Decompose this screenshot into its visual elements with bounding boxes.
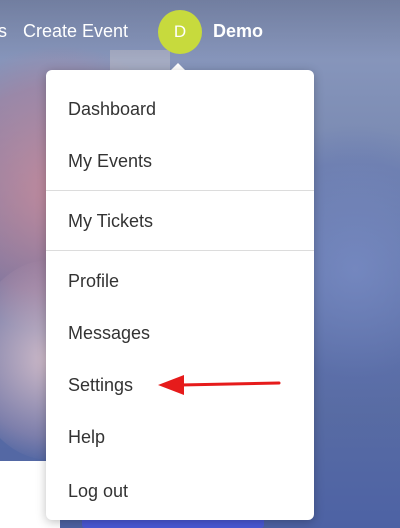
create-event-link[interactable]: Create Event — [23, 21, 128, 42]
menu-item-log-out[interactable]: Log out — [46, 471, 314, 511]
menu-item-label: Help — [68, 426, 106, 447]
avatar-initial: D — [173, 22, 187, 41]
nav-link-partial[interactable]: s — [0, 21, 7, 42]
avatar[interactable]: D — [158, 10, 202, 54]
annotation-arrow-icon — [158, 375, 281, 395]
arrow-shaft — [178, 381, 281, 387]
menu-item-messages[interactable]: Messages — [46, 313, 314, 353]
menu-item-my-events[interactable]: My Events — [46, 141, 314, 181]
menu-item-dashboard[interactable]: Dashboard — [46, 89, 314, 129]
menu-item-my-tickets[interactable]: My Tickets — [46, 201, 314, 241]
menu-divider — [46, 250, 314, 251]
menu-item-label: Messages — [68, 322, 151, 343]
menu-item-label: Log out — [68, 480, 129, 501]
menu-item-label: My Tickets — [68, 210, 154, 231]
menu-item-label: Dashboard — [68, 98, 157, 119]
menu-item-label: Profile — [68, 270, 120, 291]
menu-item-label: Settings — [68, 374, 134, 395]
menu-divider — [46, 190, 314, 191]
menu-item-label: My Events — [68, 150, 153, 171]
menu-item-profile[interactable]: Profile — [46, 261, 314, 301]
menu-item-help[interactable]: Help — [46, 417, 314, 457]
user-menu-toggle[interactable]: Demo — [213, 21, 263, 42]
user-dropdown-menu: Dashboard My Events My Tickets Profile M… — [46, 70, 314, 520]
top-navbar: s Create Event D Demo — [0, 0, 400, 64]
arrow-head — [158, 375, 184, 395]
